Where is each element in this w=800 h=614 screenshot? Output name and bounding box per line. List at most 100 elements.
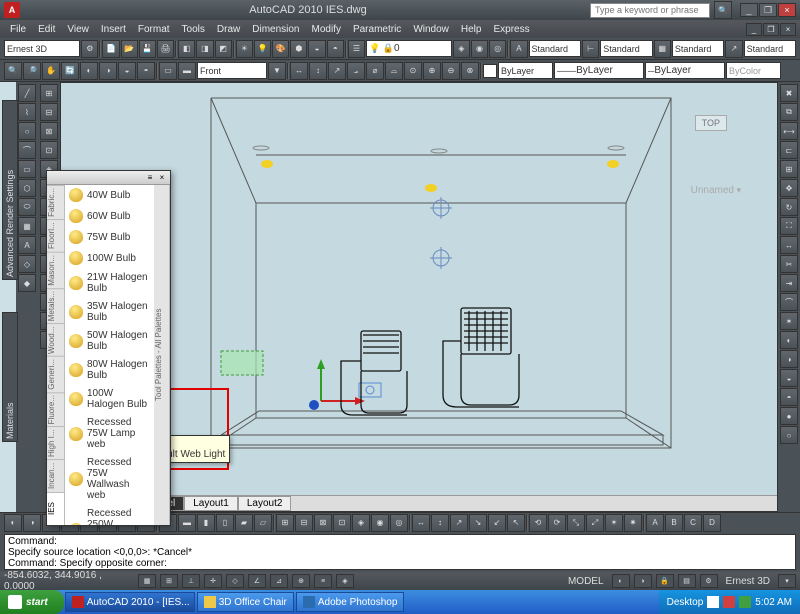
palette-tab-ies[interactable]: IES	[47, 492, 64, 525]
materials-button[interactable]: ⬢	[290, 40, 307, 58]
menu-edit[interactable]: Edit	[32, 22, 61, 37]
grid-button[interactable]: ⊞	[160, 574, 178, 588]
workspace-settings-button[interactable]: ⚙	[81, 40, 98, 58]
ellipse-button[interactable]: ⬭	[18, 198, 36, 216]
tb-r-a[interactable]: ◐	[780, 331, 798, 349]
viewcube-top[interactable]: TOP	[695, 115, 727, 131]
sb-b[interactable]: ◑	[634, 574, 652, 588]
tab-layout2[interactable]: Layout2	[238, 496, 292, 511]
explode-button[interactable]: ✶	[780, 312, 798, 330]
textstyle-dropdown[interactable]: Standard	[529, 40, 582, 57]
doc-close-button[interactable]: ×	[780, 23, 796, 36]
bb-15[interactable]: ⊞	[276, 514, 294, 532]
palette-item[interactable]: 100W Bulb	[65, 248, 154, 269]
taskbar-button-folder[interactable]: 3D Office Chair	[197, 592, 294, 612]
bb-37[interactable]: D	[703, 514, 721, 532]
tab-layout1[interactable]: Layout1	[184, 496, 238, 511]
bb-33[interactable]: ✷	[624, 514, 642, 532]
menu-insert[interactable]: Insert	[95, 22, 132, 37]
linetype-dropdown[interactable]: ─── ByLayer	[554, 62, 644, 79]
hatch-button[interactable]: ▦	[18, 217, 36, 235]
render-button[interactable]: 🎨	[272, 40, 289, 58]
copy-button[interactable]: ⧉	[780, 103, 798, 121]
plot-button[interactable]: 🖨	[157, 40, 174, 58]
osnap-button[interactable]: ◇	[226, 574, 244, 588]
menu-express[interactable]: Express	[487, 22, 535, 37]
bb-19[interactable]: ◈	[352, 514, 370, 532]
bb-25[interactable]: ↘	[469, 514, 487, 532]
bb-23[interactable]: ↕	[431, 514, 449, 532]
circle-button[interactable]: ○	[18, 122, 36, 140]
tool-palette-header[interactable]: ≡ ×	[47, 171, 170, 185]
bb-26[interactable]: ↙	[488, 514, 506, 532]
bb-20[interactable]: ◉	[371, 514, 389, 532]
bb-10[interactable]: ▬	[178, 514, 196, 532]
rect-button[interactable]: ▭	[18, 160, 36, 178]
tb-btn-d[interactable]: ◒	[308, 40, 325, 58]
sb-d[interactable]: ▤	[678, 574, 696, 588]
dyn-button[interactable]: ⊕	[292, 574, 310, 588]
bb-17[interactable]: ⊠	[314, 514, 332, 532]
ucs-label[interactable]: Unnamed ▾	[685, 183, 747, 198]
layer-btn-c[interactable]: ◎	[489, 40, 506, 58]
color-swatch[interactable]	[483, 64, 497, 78]
palette-tab-generic[interactable]: Generi...	[47, 356, 64, 392]
tb-btn-c[interactable]: ◩	[215, 40, 232, 58]
menu-view[interactable]: View	[61, 22, 95, 37]
dim-b[interactable]: ↕	[309, 62, 327, 80]
bb-34[interactable]: A	[646, 514, 664, 532]
tb-l-a[interactable]: ◇	[18, 255, 36, 273]
bb-14[interactable]: ▱	[254, 514, 272, 532]
menu-draw[interactable]: Draw	[211, 22, 246, 37]
tb-r-f[interactable]: ○	[780, 426, 798, 444]
bb-16[interactable]: ⊟	[295, 514, 313, 532]
palette-tab-highintensity[interactable]: High I...	[47, 426, 64, 459]
palette-close-button[interactable]: ×	[156, 173, 168, 183]
bb-12[interactable]: ▯	[216, 514, 234, 532]
help-search-input[interactable]	[590, 3, 710, 18]
layer-dropdown[interactable]: 💡 🔒 0	[366, 40, 452, 57]
erase-button[interactable]: ✖	[780, 84, 798, 102]
lineweight-dropdown[interactable]: ─ ByLayer	[645, 62, 725, 79]
menu-format[interactable]: Format	[132, 22, 176, 37]
minimize-button[interactable]: _	[740, 3, 758, 17]
sb-c[interactable]: 🔒	[656, 574, 674, 588]
tb-r-c[interactable]: ◒	[780, 369, 798, 387]
dimstyle-dropdown[interactable]: Standard	[600, 40, 653, 57]
text-button[interactable]: A	[18, 236, 36, 254]
tray-icon[interactable]	[707, 596, 719, 608]
bb-21[interactable]: ◎	[390, 514, 408, 532]
snap-button[interactable]: ▦	[138, 574, 156, 588]
bb-11[interactable]: ▮	[197, 514, 215, 532]
textstyle-button[interactable]: A	[510, 40, 527, 58]
bb-18[interactable]: ⊡	[333, 514, 351, 532]
palette-item[interactable]: Recessed 75W Lamp web	[65, 414, 154, 454]
ducs-button[interactable]: ⊿	[270, 574, 288, 588]
bb-27[interactable]: ↖	[507, 514, 525, 532]
tray-icon[interactable]	[739, 596, 751, 608]
mleader-button[interactable]: ↗	[725, 40, 742, 58]
bb-31[interactable]: ⤢	[586, 514, 604, 532]
menu-modify[interactable]: Modify	[306, 22, 347, 37]
dim-h[interactable]: ⊕	[423, 62, 441, 80]
materials-panel-tab[interactable]: Materials	[2, 312, 18, 442]
close-button[interactable]: ×	[778, 3, 796, 17]
help-search-button[interactable]: 🔍	[714, 1, 732, 19]
dim-d[interactable]: ⦟	[347, 62, 365, 80]
save-button[interactable]: 💾	[139, 40, 156, 58]
visual-style-dropdown[interactable]: Front	[197, 62, 267, 79]
zoom-prev-button[interactable]: 🔎	[23, 62, 41, 80]
tray-icon[interactable]	[723, 596, 735, 608]
dim-i[interactable]: ⊖	[442, 62, 460, 80]
open-button[interactable]: 📂	[121, 40, 138, 58]
dim-f[interactable]: ⌓	[385, 62, 403, 80]
dimstyle-button[interactable]: ⊢	[582, 40, 599, 58]
light-button[interactable]: 💡	[254, 40, 271, 58]
palette-item[interactable]: 80W Halogen Bulb	[65, 356, 154, 385]
rotate-button[interactable]: ↻	[780, 198, 798, 216]
zoom-realtime-button[interactable]: 🔍	[4, 62, 22, 80]
menu-tools[interactable]: Tools	[176, 22, 211, 37]
palette-tab-fabric[interactable]: Fabric...	[47, 185, 64, 219]
palette-item[interactable]: 75W Bulb	[65, 227, 154, 248]
bb-32[interactable]: ✶	[605, 514, 623, 532]
